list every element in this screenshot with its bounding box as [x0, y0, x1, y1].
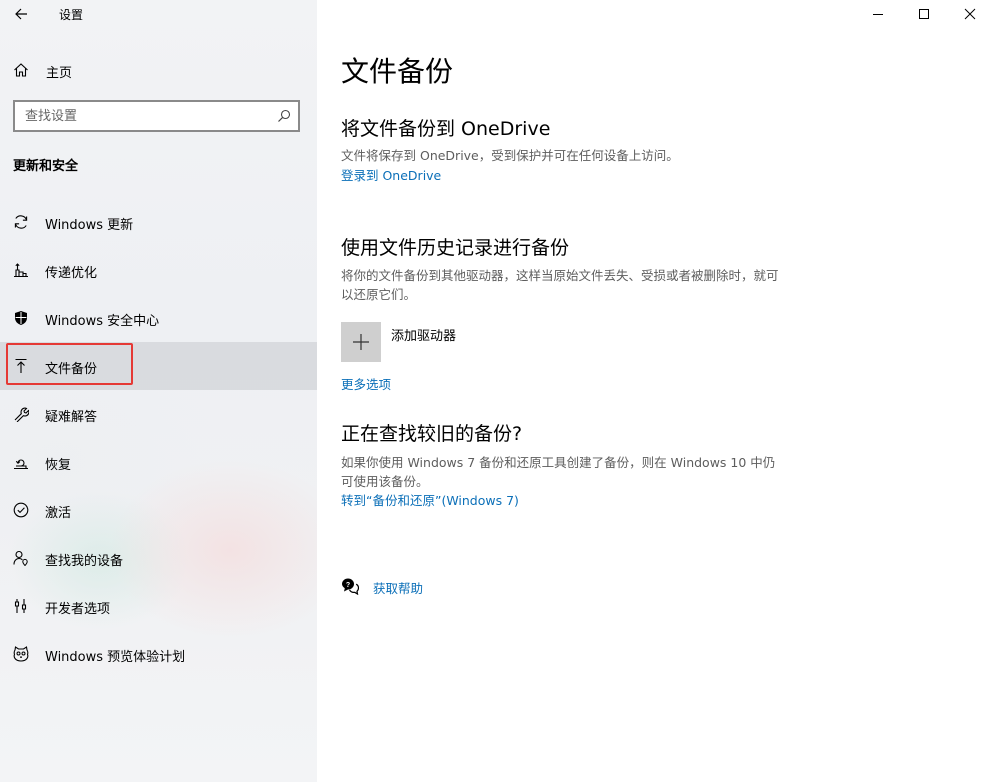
older-backup-description: 如果你使用 Windows 7 备份和还原工具创建了备份，则在 Windows …	[341, 455, 776, 489]
back-button[interactable]	[12, 4, 32, 24]
minimize-button[interactable]	[855, 0, 901, 28]
add-drive-label: 添加驱动器	[391, 329, 457, 344]
insider-cat-icon	[13, 646, 29, 662]
main-content: 文件备份 将文件备份到 OneDrive 文件将保存到 OneDrive，受到保…	[317, 0, 993, 782]
refresh-icon	[14, 215, 28, 229]
home-icon	[14, 63, 28, 77]
maximize-icon	[919, 9, 929, 19]
recovery-icon	[14, 459, 28, 470]
sidebar-item-label: 开发者选项	[45, 602, 111, 617]
sidebar-item-label: 文件备份	[45, 362, 98, 377]
delivery-optimization-icon	[14, 263, 28, 278]
sidebar-item-find-my-device[interactable]: 查找我的设备	[0, 534, 317, 582]
person-location-icon	[13, 550, 28, 566]
sidebar-item-label: Windows 预览体验计划	[45, 650, 186, 665]
home-label: 主页	[46, 66, 73, 81]
sign-in-onedrive-link[interactable]: 登录到 OneDrive	[341, 165, 441, 184]
sidebar-item-activation[interactable]: 激活	[0, 486, 317, 534]
sidebar-item-windows-insider[interactable]: Windows 预览体验计划	[0, 630, 317, 678]
sidebar-item-label: Windows 更新	[45, 218, 134, 233]
older-backup-heading: 正在查找较旧的备份?	[341, 423, 523, 445]
check-circle-icon	[13, 502, 29, 518]
page-title: 文件备份	[341, 55, 454, 88]
shield-icon	[15, 311, 27, 325]
wrench-icon	[14, 407, 29, 422]
close-icon	[964, 8, 976, 20]
section-title: 更新和安全	[13, 159, 79, 174]
onedrive-description: 文件将保存到 OneDrive，受到保护并可在任何设备上访问。	[341, 148, 679, 163]
sidebar-item-label: Windows 安全中心	[45, 314, 160, 329]
nav-list: Windows 更新 传递优化 Windows 安全中心 文件备份 疑难解答 恢…	[0, 198, 317, 678]
plus-icon	[353, 334, 369, 350]
search-input[interactable]	[15, 102, 265, 130]
search-icon[interactable]	[277, 109, 291, 123]
app-title: 设置	[59, 8, 84, 22]
help-chat-icon: ?	[342, 578, 359, 595]
sidebar-home[interactable]: 主页	[0, 55, 317, 85]
maximize-button[interactable]	[901, 0, 947, 28]
sidebar-item-delivery-optimization[interactable]: 传递优化	[0, 246, 317, 294]
back-arrow-icon	[15, 8, 27, 20]
sidebar-item-developer-options[interactable]: 开发者选项	[0, 582, 317, 630]
sidebar: 设置 主页 更新和安全 Windows 更新 传递优化	[0, 0, 317, 782]
sidebar-item-windows-security[interactable]: Windows 安全中心	[0, 294, 317, 342]
close-button[interactable]	[947, 0, 993, 28]
sidebar-item-label: 疑难解答	[45, 410, 98, 425]
sidebar-item-label: 恢复	[45, 458, 72, 473]
file-history-description: 将你的文件备份到其他驱动器，这样当原始文件丢失、受损或者被删除时，就可以还原它们…	[341, 268, 779, 302]
sidebar-item-label: 激活	[45, 506, 72, 521]
sidebar-item-label: 查找我的设备	[45, 554, 124, 569]
sidebar-item-recovery[interactable]: 恢复	[0, 438, 317, 486]
backup-restore-windows7-link[interactable]: 转到“备份和还原”(Windows 7)	[341, 490, 519, 509]
onedrive-heading: 将文件备份到 OneDrive	[341, 118, 551, 140]
more-options-link[interactable]: 更多选项	[341, 374, 391, 393]
developer-tools-icon	[14, 599, 27, 613]
search-box[interactable]	[13, 100, 300, 132]
sidebar-item-troubleshoot[interactable]: 疑难解答	[0, 390, 317, 438]
get-help-label: 获取帮助	[373, 581, 424, 596]
add-drive-tile[interactable]	[341, 322, 381, 362]
file-history-heading: 使用文件历史记录进行备份	[341, 237, 570, 259]
title-bar: 设置	[0, 0, 317, 28]
sidebar-item-windows-update[interactable]: Windows 更新	[0, 198, 317, 246]
window-controls	[855, 0, 993, 28]
sidebar-item-label: 传递优化	[45, 266, 98, 281]
svg-text:?: ?	[346, 582, 350, 589]
backup-upload-icon	[15, 358, 27, 373]
minimize-icon	[873, 14, 883, 15]
sidebar-item-file-backup[interactable]: 文件备份	[0, 342, 317, 390]
